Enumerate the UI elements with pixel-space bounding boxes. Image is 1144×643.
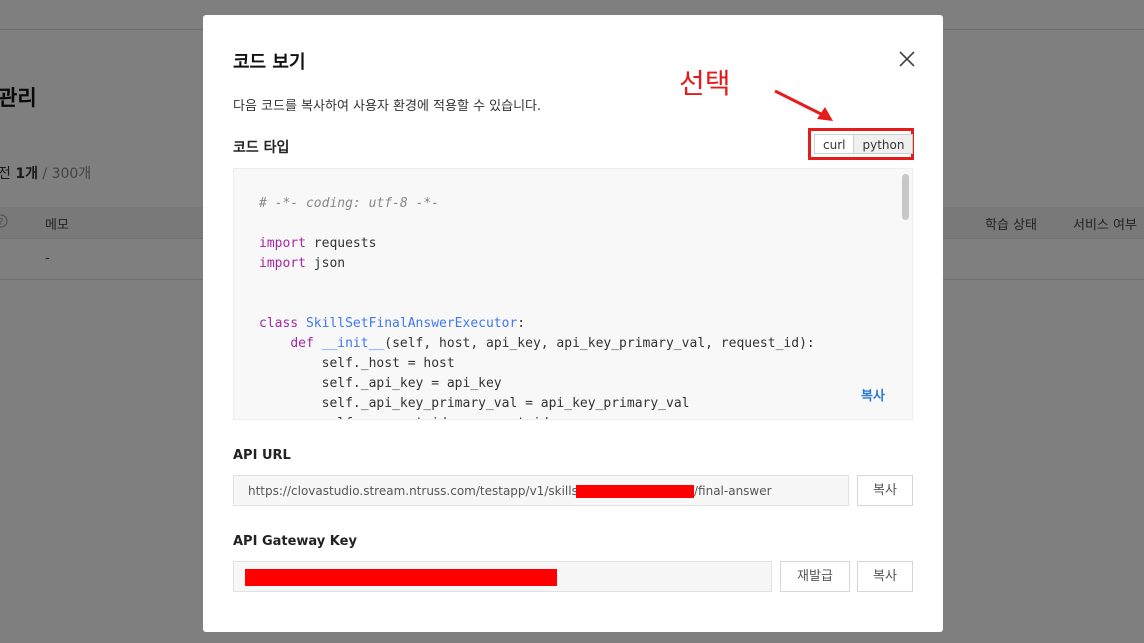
code-token: def (290, 336, 314, 351)
code-token: (self, host, api_key, api_key_primary_va… (384, 336, 815, 351)
code-line: self._request_id = request_id (259, 414, 815, 419)
api-url-label: API URL (233, 448, 291, 463)
code-token: self._host = host (321, 356, 455, 371)
code-scrollbar[interactable] (902, 174, 909, 220)
code-token: SkillSetFinalAnswerExecutor (305, 316, 518, 331)
code-token: json (305, 256, 346, 271)
api-url-suffix: /final-answer (694, 484, 772, 498)
code-token: import (259, 256, 306, 271)
code-copy-button[interactable]: 복사 (861, 385, 885, 404)
api-url-copy-button[interactable]: 복사 (857, 475, 913, 506)
code-text: # -*- coding: utf-8 -*- import requests im… (259, 194, 815, 419)
modal-description: 다음 코드를 복사하여 사용자 환경에 적용할 수 있습니다. (233, 99, 542, 114)
code-token: self._request_id = request_id (322, 416, 549, 419)
code-line: self._api_key_primary_val = api_key_prim… (259, 394, 815, 414)
code-token: # -*- coding: utf-8 -*- (259, 196, 440, 211)
code-line: # -*- coding: utf-8 -*- (259, 194, 815, 214)
code-line: class SkillSetFinalAnswerExecutor: (259, 314, 815, 334)
gateway-key-copy-button[interactable]: 복사 (857, 561, 913, 592)
annotation-highlight-box: curl python (808, 128, 914, 160)
code-line: import requests (259, 234, 815, 254)
close-icon[interactable] (897, 49, 917, 69)
redaction-mark (576, 485, 694, 498)
gateway-key-label: API Gateway Key (233, 534, 357, 549)
code-type-label: 코드 타입 (233, 140, 290, 156)
code-type-python[interactable]: python (853, 135, 913, 153)
code-line: def __init__(self, host, api_key, api_ke… (259, 334, 815, 354)
api-url-prefix: https://clovastudio.stream.ntruss.com/te… (248, 484, 597, 498)
code-token: class (259, 316, 299, 331)
modal-title: 코드 보기 (233, 52, 306, 73)
code-block[interactable]: # -*- coding: utf-8 -*- import requests im… (233, 168, 913, 420)
code-line: self._host = host (259, 354, 815, 374)
api-url-field[interactable]: https://clovastudio.stream.ntruss.com/te… (233, 475, 849, 506)
code-token: : (517, 316, 526, 331)
annotation-select-label: 선택 (679, 67, 731, 100)
code-token: self._api_key_primary_val = api_key_prim… (321, 396, 690, 411)
code-token: import (259, 236, 306, 251)
reissue-button[interactable]: 재발급 (780, 561, 850, 592)
code-type-curl[interactable]: curl (815, 135, 854, 153)
code-token: requests (305, 236, 377, 251)
redaction-mark (245, 569, 557, 586)
code-type-toggle: curl python (814, 134, 914, 154)
code-line: import json (259, 254, 815, 274)
code-token: __init__ (321, 336, 385, 351)
gateway-key-field[interactable] (233, 561, 772, 592)
code-token: self._api_key = api_key (321, 376, 502, 391)
code-view-modal: 코드 보기 다음 코드를 복사하여 사용자 환경에 적용할 수 있습니다. 선택… (203, 15, 943, 632)
code-line: self._api_key = api_key (259, 374, 815, 394)
